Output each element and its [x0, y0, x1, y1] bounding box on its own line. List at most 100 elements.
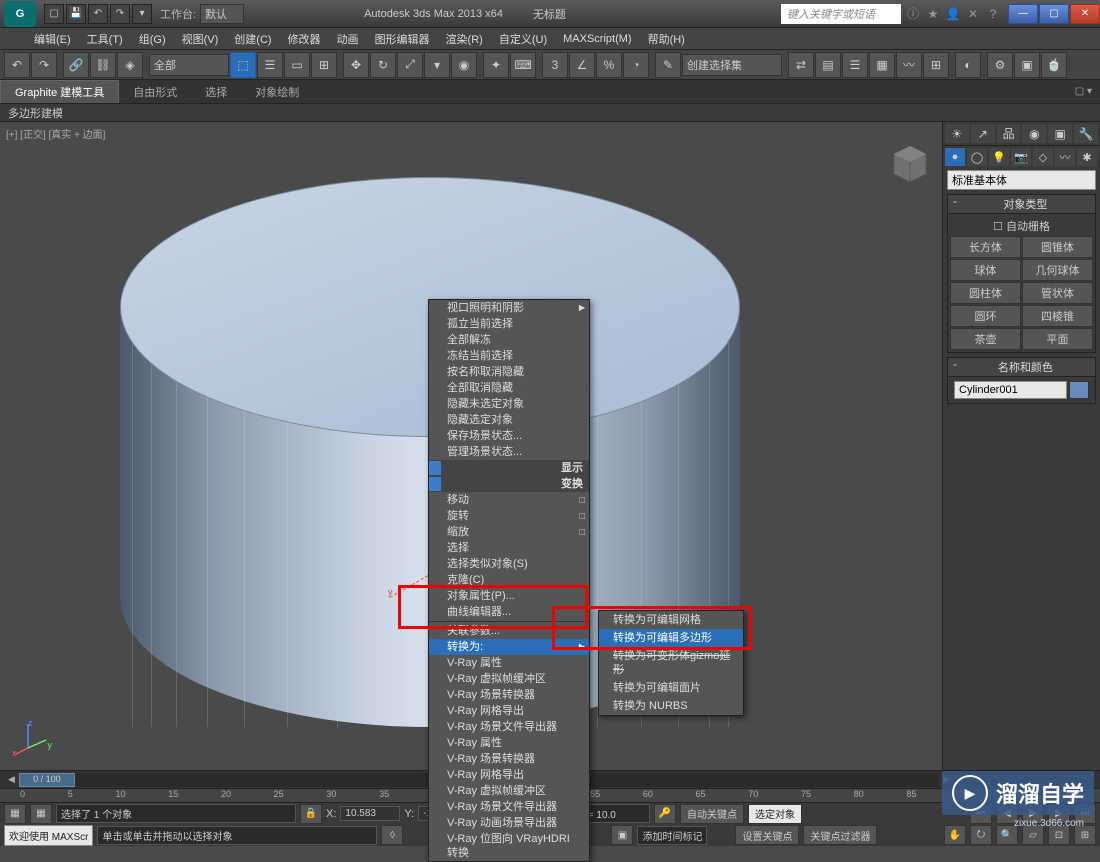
link-button[interactable]: 🔗	[63, 52, 89, 78]
helpers-icon[interactable]: ◇	[1033, 148, 1053, 166]
menu-edit[interactable]: 编辑(E)	[26, 29, 79, 49]
lock-selection-icon[interactable]: 🔒	[300, 804, 322, 824]
bind-button[interactable]: ◈	[117, 52, 143, 78]
schematic-button[interactable]: ⊞	[923, 52, 949, 78]
close-button[interactable]: ✕	[1070, 4, 1100, 24]
percent-snap-button[interactable]: %	[596, 52, 622, 78]
btn-box[interactable]: 长方体	[950, 236, 1021, 258]
geometry-icon[interactable]: ●	[945, 148, 965, 166]
cm-unfreeze-all[interactable]: 全部解冻	[429, 332, 589, 348]
maxscript-mini-icon[interactable]: ▦	[4, 804, 26, 824]
ribbon-toggle-button[interactable]: ▦	[869, 52, 895, 78]
menu-grapheditors[interactable]: 图形编辑器	[367, 29, 438, 49]
category-dropdown[interactable]: 标准基本体	[947, 170, 1096, 190]
window-cross-button[interactable]: ⊞	[311, 52, 337, 78]
sel-obj-dd[interactable]: 选定对象	[748, 804, 802, 824]
infocenter-icon[interactable]: ⓘ	[905, 6, 921, 22]
unlink-button[interactable]: ⛓	[90, 52, 116, 78]
select-button[interactable]: ⬚	[230, 52, 256, 78]
save-icon[interactable]: 💾	[66, 4, 86, 24]
cm-vray-props1[interactable]: V-Ray 属性	[429, 655, 589, 671]
cm-vray-mesh2[interactable]: V-Ray 网格导出	[429, 767, 589, 783]
nav-pan-icon[interactable]: ✋	[944, 825, 966, 845]
key-mode-icon[interactable]: 🔑	[654, 804, 676, 824]
sm-nurbs[interactable]: 转换为 NURBS	[599, 697, 743, 715]
viewcube[interactable]	[888, 142, 932, 186]
new-icon[interactable]: ▢	[44, 4, 64, 24]
menu-help[interactable]: 帮助(H)	[640, 29, 693, 49]
ribbon-expand-button[interactable]: ▢ ▾	[1067, 86, 1100, 97]
cm-vray-vfb1[interactable]: V-Ray 虚拟帧缓冲区	[429, 671, 589, 687]
app-icon[interactable]: G	[4, 1, 36, 27]
menu-maxscript[interactable]: MAXScript(M)	[555, 31, 639, 47]
isolate-toggle-icon[interactable]: ◊	[381, 825, 403, 845]
align-button[interactable]: ▤	[815, 52, 841, 78]
material-editor-button[interactable]: ◐	[955, 52, 981, 78]
maximize-button[interactable]: ▢	[1039, 4, 1069, 24]
btn-pyramid[interactable]: 四棱锥	[1022, 305, 1093, 327]
sm-edit-poly[interactable]: 转换为可编辑多边形	[599, 629, 743, 647]
welcome-button[interactable]: 欢迎使用 MAXScr	[4, 825, 93, 846]
selection-filter[interactable]: 全部	[149, 54, 229, 76]
cm-vray-mesh1[interactable]: V-Ray 网格导出	[429, 703, 589, 719]
motion-tab-icon[interactable]: ◉	[1022, 124, 1046, 143]
time-tag-status[interactable]: 添加时间标记	[637, 826, 707, 845]
cm-freeze-sel[interactable]: 冻结当前选择	[429, 348, 589, 364]
cm-select-similar[interactable]: 选择类似对象(S)	[429, 556, 589, 572]
keymode-button[interactable]: ⌨	[510, 52, 536, 78]
ribbon-tab-selection[interactable]: 选择	[191, 81, 241, 103]
spacewarps-icon[interactable]: 〰	[1055, 148, 1075, 166]
btn-geosphere[interactable]: 几何球体	[1022, 259, 1093, 281]
sm-edit-patch[interactable]: 转换为可编辑面片	[599, 679, 743, 697]
ribbon-tab-freeform[interactable]: 自由形式	[119, 81, 191, 103]
btn-cone[interactable]: 圆锥体	[1022, 236, 1093, 258]
x-coord-input[interactable]: 10.583	[340, 806, 400, 821]
btn-teapot[interactable]: 茶壶	[950, 328, 1021, 350]
menu-animation[interactable]: 动画	[329, 29, 367, 49]
cm-manage-scene-state[interactable]: 管理场景状态...	[429, 444, 589, 460]
prompt-icon[interactable]: ▦	[30, 804, 52, 824]
cm-select[interactable]: 选择	[429, 540, 589, 556]
autokey-button[interactable]: 自动关键点	[680, 804, 744, 824]
render-button[interactable]: 🍵	[1041, 52, 1067, 78]
menu-create[interactable]: 创建(C)	[226, 29, 279, 49]
spinner-snap-button[interactable]: ◔	[623, 52, 649, 78]
menu-customize[interactable]: 自定义(U)	[491, 29, 555, 49]
nav-orbit-icon[interactable]: ⭮	[970, 825, 992, 845]
menu-views[interactable]: 视图(V)	[174, 29, 227, 49]
select-name-button[interactable]: ☰	[257, 52, 283, 78]
angle-snap-button[interactable]: ∠	[569, 52, 595, 78]
render-setup-button[interactable]: ⚙	[987, 52, 1013, 78]
mirror-button[interactable]: ⇄	[788, 52, 814, 78]
dropdown-icon[interactable]: ▾	[132, 4, 152, 24]
cm-vray-scene-conv2[interactable]: V-Ray 场景转换器	[429, 751, 589, 767]
systems-icon[interactable]: ✱	[1077, 148, 1097, 166]
redo-icon[interactable]: ↷	[110, 4, 130, 24]
help-icon[interactable]: ?	[985, 6, 1001, 22]
cm-vray-scene-exp1[interactable]: V-Ray 场景文件导出器	[429, 719, 589, 735]
rollout-header-namecolor[interactable]: -名称和颜色	[948, 358, 1095, 377]
refcoord-button[interactable]: ▾	[424, 52, 450, 78]
signin-icon[interactable]: 👤	[945, 6, 961, 22]
modify-tab-icon[interactable]: ↗	[971, 124, 995, 143]
cm-wire-params[interactable]: 关联参数...	[429, 623, 589, 639]
minimize-button[interactable]: —	[1008, 4, 1038, 24]
star-icon[interactable]: ★	[925, 6, 941, 22]
btn-cylinder[interactable]: 圆柱体	[950, 282, 1021, 304]
redo-button[interactable]: ↷	[31, 52, 57, 78]
manipulate-button[interactable]: ✦	[483, 52, 509, 78]
cm-convert-to[interactable]: 转换为:	[429, 639, 589, 655]
cm-unhide-all[interactable]: 全部取消隐藏	[429, 380, 589, 396]
search-input[interactable]: 键入关键字或短语	[781, 4, 901, 24]
cm-unhide-name[interactable]: 按名称取消隐藏	[429, 364, 589, 380]
ribbon-tab-graphite[interactable]: Graphite 建模工具	[0, 80, 119, 103]
setkey-button[interactable]: 设置关键点	[735, 825, 799, 845]
cm-curve-editor[interactable]: 曲线编辑器...	[429, 604, 589, 620]
move-button[interactable]: ✥	[343, 52, 369, 78]
cm-vray-hdri[interactable]: V-Ray 位图向 VRayHDRI 转换	[429, 831, 589, 861]
cm-save-scene-state[interactable]: 保存场景状态...	[429, 428, 589, 444]
cm-clone[interactable]: 克隆(C)	[429, 572, 589, 588]
cm-vray-anim-exp[interactable]: V-Ray 动画场景导出器	[429, 815, 589, 831]
layers-button[interactable]: ☰	[842, 52, 868, 78]
display-tab-icon[interactable]: ▣	[1048, 124, 1072, 143]
